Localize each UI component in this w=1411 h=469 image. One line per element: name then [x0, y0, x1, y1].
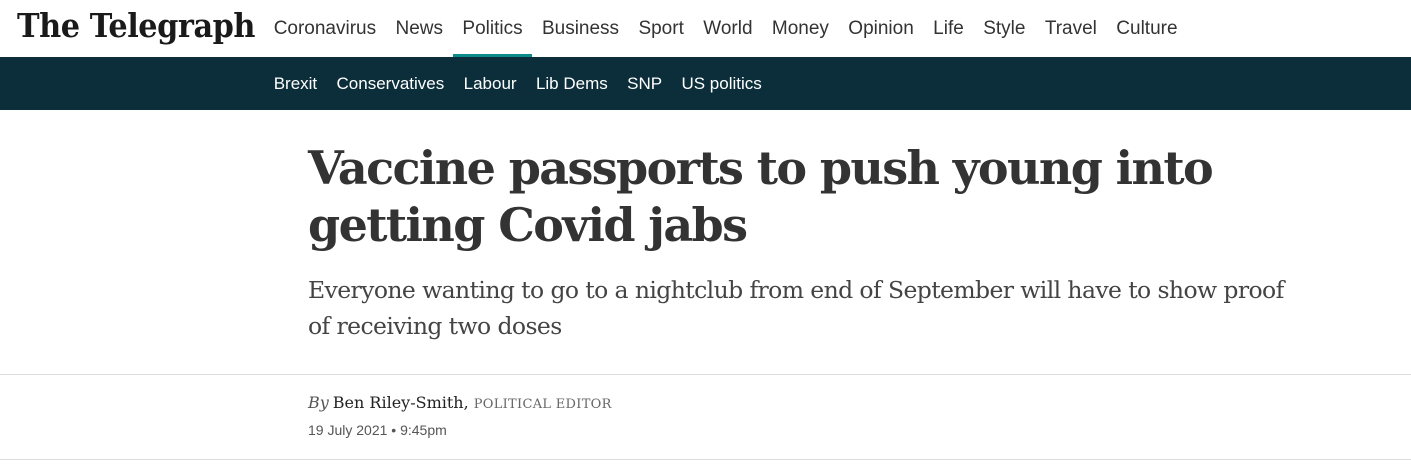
subnav-item-conservatives[interactable]: Conservatives	[327, 74, 454, 94]
nav-item-world[interactable]: World	[694, 0, 763, 57]
nav-item-culture[interactable]: Culture	[1107, 0, 1188, 57]
telegraph-logo[interactable]: The Telegraph	[17, 4, 256, 48]
subnav-item-snp[interactable]: SNP	[617, 74, 671, 94]
byline-top-divider	[0, 374, 1411, 375]
nav-item-coronavirus[interactable]: Coronavirus	[264, 0, 386, 57]
sub-navigation-bar: Brexit Conservatives Labour Lib Dems SNP…	[0, 57, 1411, 110]
byline-author-link[interactable]: Ben Riley-Smith,	[333, 393, 469, 412]
nav-item-style[interactable]: Style	[974, 0, 1036, 57]
nav-item-travel[interactable]: Travel	[1035, 0, 1106, 57]
article-headline: Vaccine passports to push young into get…	[308, 141, 1214, 252]
subnav-item-brexit[interactable]: Brexit	[264, 74, 327, 94]
byline-prefix: By	[308, 393, 329, 412]
byline-bottom-divider	[0, 459, 1411, 460]
main-nav: Coronavirus News Politics Business Sport…	[264, 0, 1187, 57]
sub-nav: Brexit Conservatives Labour Lib Dems SNP…	[264, 57, 771, 110]
nav-item-life[interactable]: Life	[923, 0, 973, 57]
article-byline: By Ben Riley-Smith, POLITICAL EDITOR	[308, 393, 612, 415]
article-standfirst: Everyone wanting to go to a nightclub fr…	[308, 276, 1284, 340]
nav-item-news[interactable]: News	[386, 0, 453, 57]
subnav-item-labour[interactable]: Labour	[454, 74, 526, 94]
nav-item-business[interactable]: Business	[532, 0, 628, 57]
nav-item-sport[interactable]: Sport	[629, 0, 694, 57]
subnav-item-lib-dems[interactable]: Lib Dems	[526, 74, 617, 94]
byline-role: POLITICAL EDITOR	[473, 397, 612, 412]
article-dateline: 19 July 2021 • 9:45pm	[308, 422, 447, 438]
nav-item-money[interactable]: Money	[762, 0, 838, 57]
nav-item-opinion[interactable]: Opinion	[839, 0, 924, 57]
subnav-item-us-politics[interactable]: US politics	[672, 74, 772, 94]
top-navigation-bar: The Telegraph Coronavirus News Politics …	[0, 0, 1411, 57]
nav-item-politics[interactable]: Politics	[452, 0, 533, 57]
